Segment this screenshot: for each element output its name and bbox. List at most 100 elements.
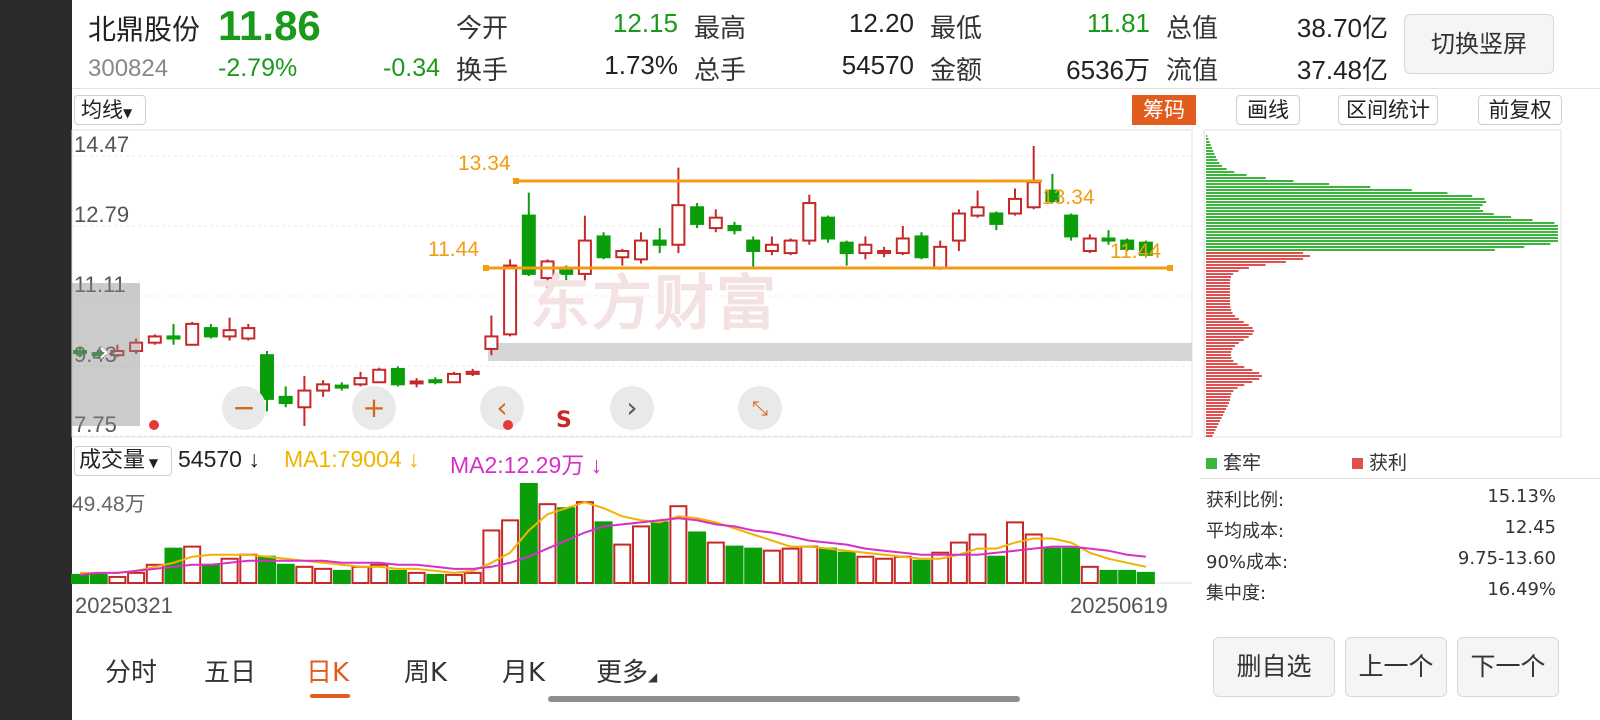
chip-bar-trapped (1206, 246, 1525, 248)
chip-bar-profit (1206, 255, 1310, 257)
indicator-select-label: 成交量 (79, 448, 146, 473)
candle-body (951, 212, 966, 242)
chip-bar-profit (1206, 432, 1214, 434)
price-band (488, 343, 1192, 361)
chip-bar-trapped (1206, 135, 1208, 137)
chip-bar-profit (1206, 411, 1225, 413)
volume-bar (351, 565, 370, 584)
candle-body (316, 383, 331, 392)
chip-bar-trapped (1206, 192, 1448, 194)
candle-body (821, 216, 835, 240)
chip-stat-label: 获利比例: (1206, 490, 1285, 511)
candle-body (933, 245, 948, 269)
chip-bar-profit (1206, 330, 1254, 332)
candle-body (147, 335, 162, 344)
volume-bar (613, 543, 632, 584)
chip-bar-trapped (1206, 147, 1213, 149)
expand-panel-handle[interactable]: › (72, 283, 140, 426)
chip-bar-trapped (1206, 243, 1551, 245)
chip-bar-trapped (1206, 198, 1485, 200)
next-stock-button[interactable]: 下一个 (1457, 637, 1559, 697)
zoom-out-button[interactable]: − (222, 386, 266, 430)
chip-bar-profit (1206, 414, 1223, 416)
scroll-left-button[interactable]: ‹ (480, 386, 524, 430)
volume-bar (575, 501, 594, 585)
chip-bar-profit (1206, 285, 1231, 287)
indicator-select[interactable]: 成交量 ▼ (74, 446, 172, 476)
corner-triangle-icon: ◢ (648, 670, 658, 684)
volume-bar (1062, 547, 1081, 585)
collapse-button[interactable]: ⤡ (738, 386, 782, 430)
chip-bar-trapped (1206, 138, 1209, 140)
tab-monthly-k[interactable]: 月K (502, 652, 545, 689)
candle-body (334, 384, 349, 389)
candle-body (671, 204, 686, 246)
dropdown-arrow-icon: ▼ (145, 456, 159, 470)
tab-five-day[interactable]: 五日 (204, 652, 256, 689)
chip-bar-trapped (1206, 156, 1216, 158)
tab-weekly-k[interactable]: 周K (404, 652, 447, 689)
chip-bar-trapped (1206, 225, 1558, 227)
volume-bar (912, 559, 931, 585)
volume-bar (519, 482, 538, 584)
tab-more[interactable]: 更多◢ (596, 652, 657, 689)
candle-body (447, 372, 461, 384)
resistance-line-handle (513, 178, 519, 184)
volume-bar (239, 553, 258, 585)
shrink-arrows-icon: ⤡ (752, 396, 768, 420)
volume-bar (1136, 571, 1155, 584)
chip-bar-trapped (1206, 174, 1247, 176)
legend-profit-label: 获利 (1369, 452, 1408, 474)
chip-bar-profit (1206, 372, 1260, 374)
chip-bar-trapped (1206, 222, 1555, 224)
tab-daily-k[interactable]: 日K (306, 652, 349, 689)
chip-bar-profit (1206, 393, 1232, 395)
chip-bar-profit (1206, 357, 1232, 359)
volume-bar (819, 547, 837, 585)
candle-body (1082, 237, 1097, 252)
chip-bar-trapped (1206, 207, 1481, 209)
volume-bar (781, 547, 800, 585)
tab-intraday[interactable]: 分时 (105, 652, 157, 689)
volume-bar (482, 529, 501, 584)
chip-bar-profit (1206, 366, 1245, 368)
chip-bar-trapped (1206, 144, 1211, 146)
chip-bar-profit (1206, 288, 1231, 290)
chip-bar-profit (1206, 252, 1304, 254)
chip-bar-trapped (1206, 195, 1473, 197)
volume-bar (1024, 533, 1043, 584)
volume-indicator-number: 54570 (178, 446, 242, 472)
ma2-indicator-label: MA2:12.29万 (450, 452, 585, 478)
scroll-right-button[interactable]: › (610, 386, 654, 430)
chip-bar-profit (1206, 423, 1219, 425)
legend-swatch-profit (1352, 458, 1363, 469)
candle-body (372, 368, 387, 384)
volume-bar (968, 533, 987, 584)
chip-bar-profit (1206, 315, 1236, 317)
price-chart[interactable] (0, 0, 1600, 720)
chip-bar-profit (1206, 273, 1234, 275)
candle-body (1064, 214, 1079, 238)
chip-bar-trapped (1206, 231, 1558, 233)
lower-level-label: 11.44 (428, 238, 479, 261)
trade-marker-dot (149, 420, 159, 430)
previous-stock-button[interactable]: 上一个 (1345, 637, 1447, 697)
chip-bar-trapped (1206, 237, 1558, 239)
chip-bar-profit (1206, 363, 1238, 365)
candle-body (241, 327, 256, 340)
volume-bar (856, 555, 875, 584)
volume-bar (800, 545, 819, 584)
candle-body (465, 370, 480, 375)
legend-trapped: 套牢 (1206, 448, 1261, 475)
candle-body (222, 329, 237, 338)
candle-body (409, 380, 424, 385)
zoom-in-button[interactable]: + (352, 386, 396, 430)
volume-bar (594, 521, 613, 585)
support-line-handle (483, 265, 489, 271)
chip-bar-trapped (1206, 210, 1484, 212)
remove-watchlist-button[interactable]: 删自选 (1213, 637, 1335, 697)
chip-bar-trapped (1206, 159, 1218, 161)
volume-bar (1006, 521, 1024, 585)
chip-bar-profit (1206, 420, 1220, 422)
chip-stat-row: 获利比例: 15.13% (1206, 486, 1556, 512)
